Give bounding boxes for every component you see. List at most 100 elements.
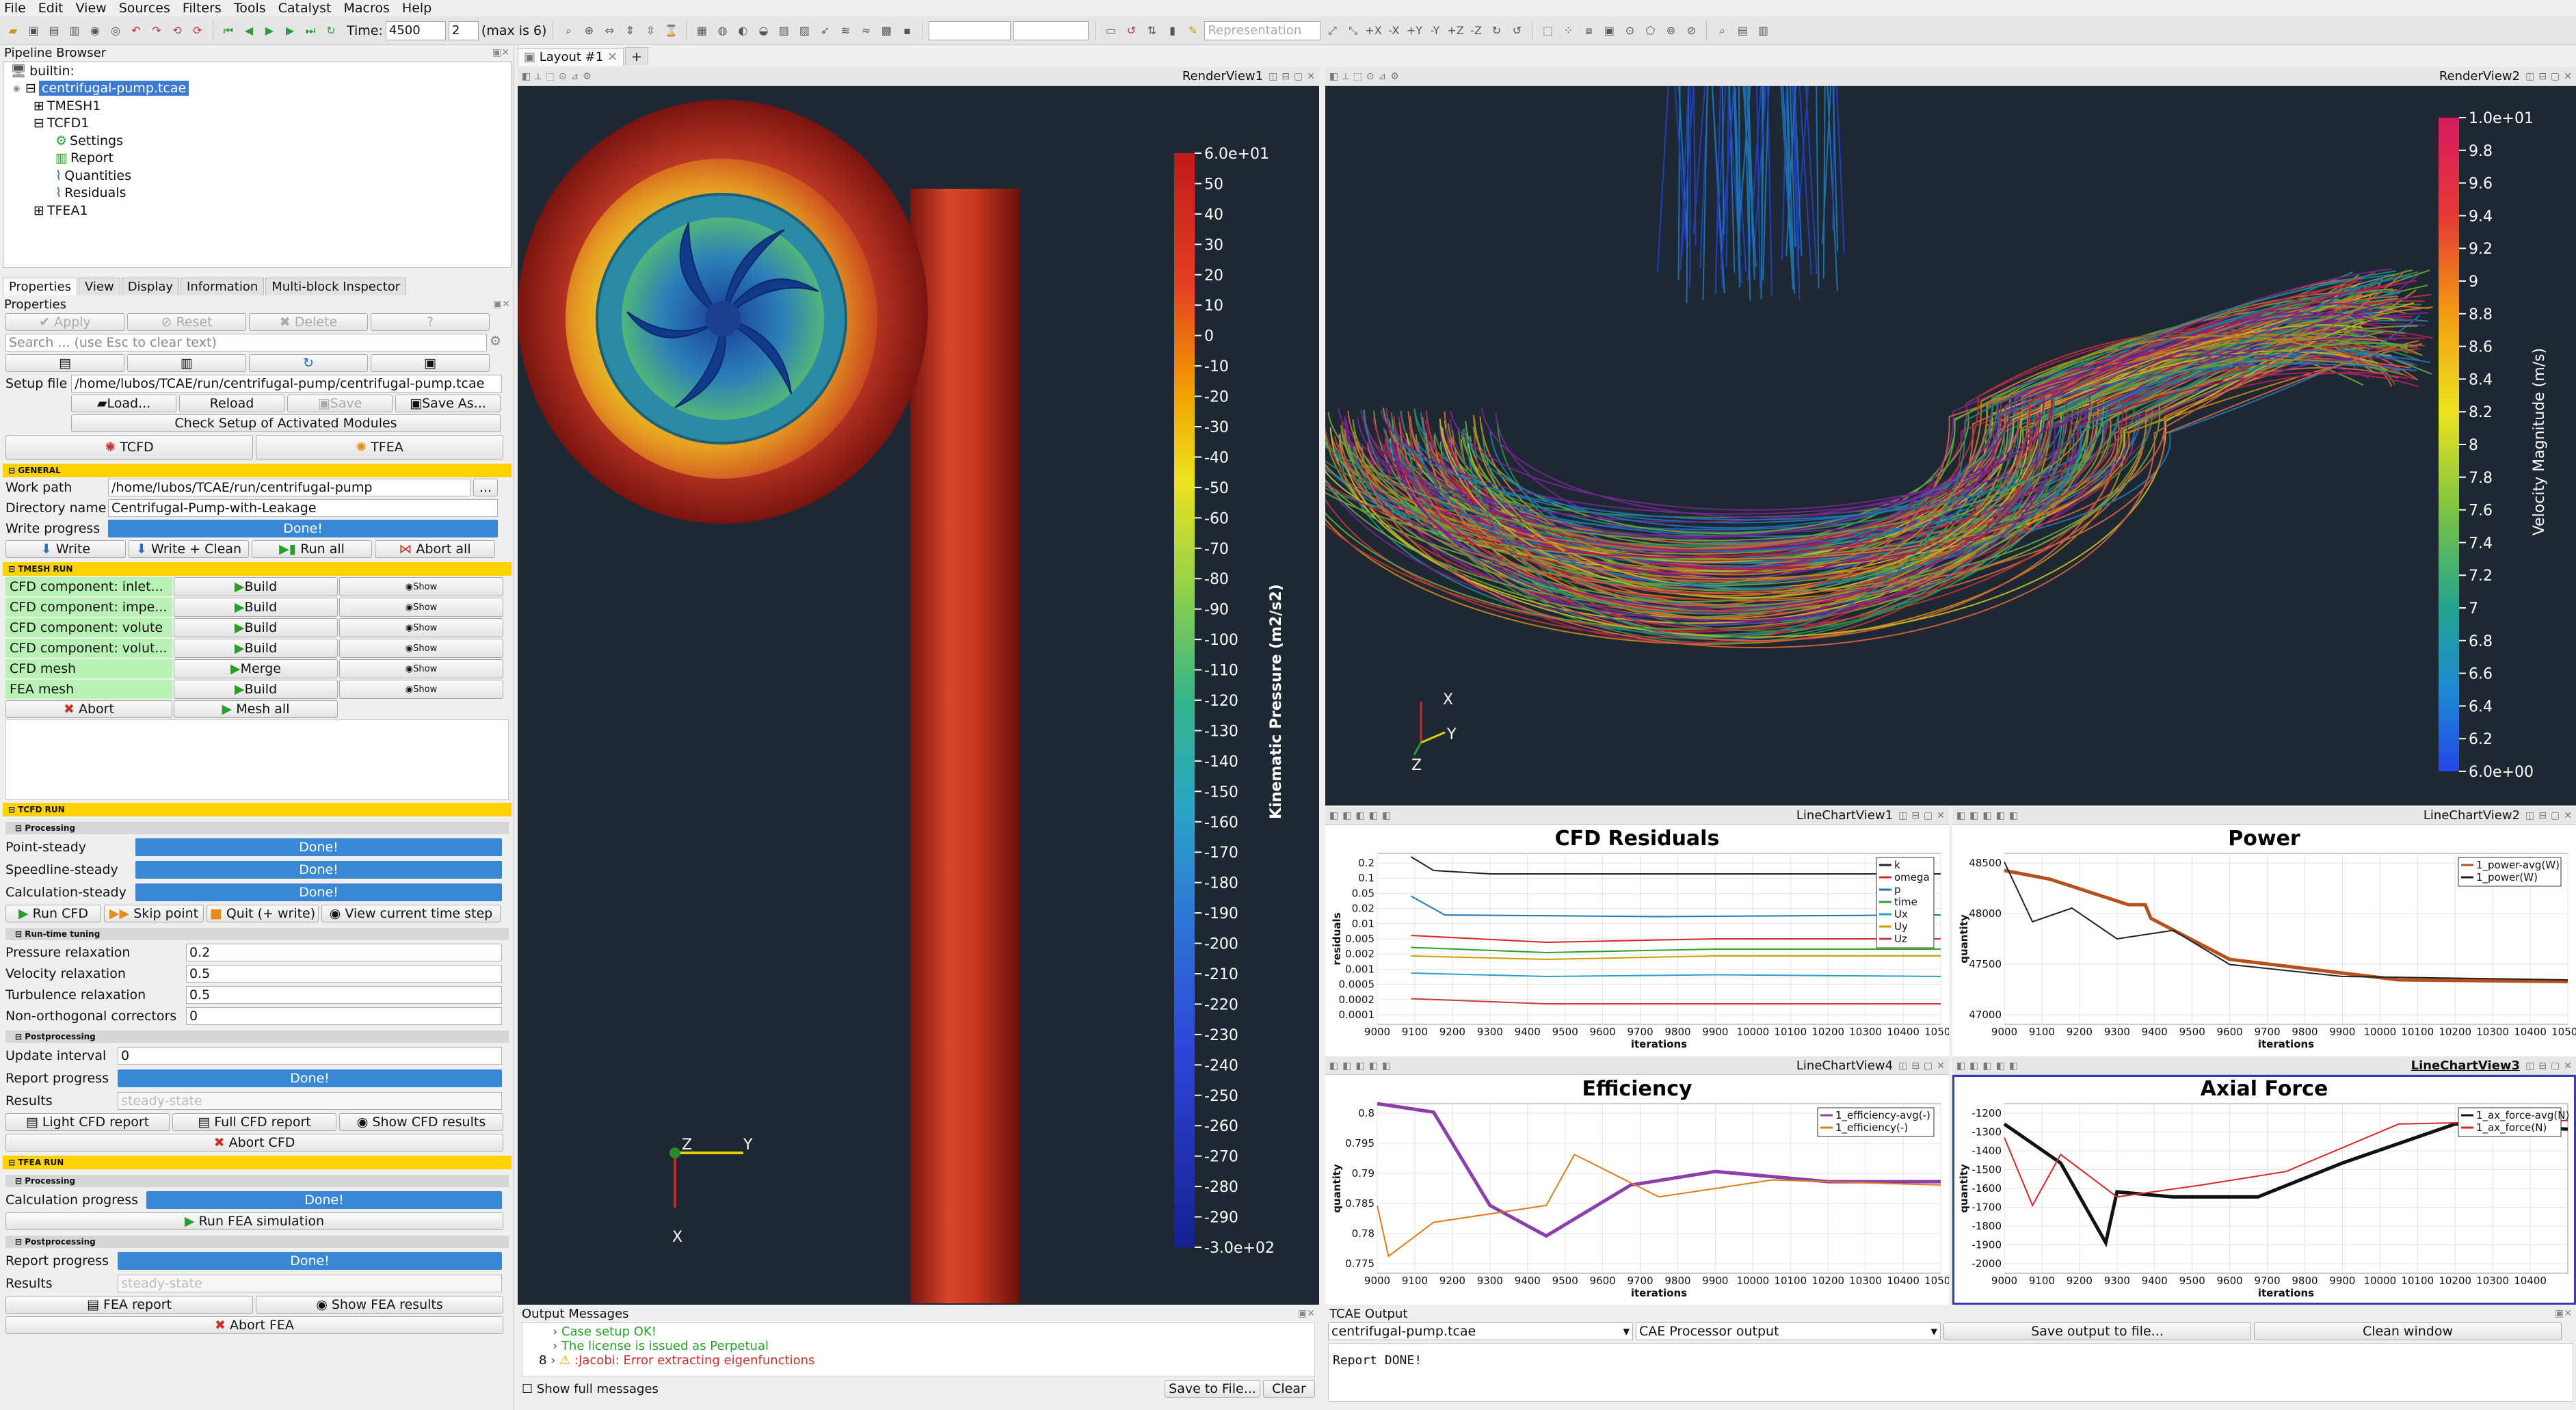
split-horizontal-icon[interactable]: ◫ bbox=[2525, 1061, 2534, 1072]
chart-canvas[interactable]: Axial Force 9000 9100 9200 9300 9400 9500 9600 9… bbox=[1952, 1075, 2576, 1305]
time-index-spinbox[interactable]: 2 bbox=[448, 21, 479, 40]
menu-help[interactable]: Help bbox=[402, 1, 431, 16]
tree-item-tmesh[interactable]: ⊞ TMESH1 bbox=[3, 97, 511, 115]
split-horizontal-icon[interactable]: ◫ bbox=[2525, 71, 2534, 82]
spreadsheet-icon[interactable]: ▤ bbox=[1734, 22, 1751, 40]
gear-icon[interactable]: ◧ bbox=[1382, 1061, 1391, 1072]
mesh-show-button[interactable]: ◉ Show bbox=[339, 577, 503, 596]
previous-frame-icon[interactable]: ◀ bbox=[240, 22, 258, 40]
mesh-action-button[interactable]: ▶ Merge bbox=[174, 659, 338, 678]
case-select[interactable]: centrifugal-pump.tcae ▾ bbox=[1328, 1322, 1633, 1340]
tree-item-builtin[interactable]: 🖥 builtin: bbox=[3, 62, 511, 80]
split-vertical-icon[interactable]: ⊟ bbox=[2538, 1061, 2547, 1072]
color-by-combo[interactable] bbox=[929, 21, 1011, 40]
redo-icon[interactable]: ↷ bbox=[148, 22, 165, 40]
connect-icon[interactable]: ◉ bbox=[86, 22, 104, 40]
mesh-all-button[interactable]: ▶ Mesh all bbox=[174, 700, 338, 718]
reload-button[interactable]: Reload bbox=[179, 395, 284, 412]
linechart-pane[interactable]: ◧ ◧ ◧ ◧ ◧ LineChartView2 ◫ ⊟ ▢ ✕ Power 9000 9100 9200… bbox=[1952, 807, 2576, 1056]
calculator-icon[interactable]: ▦ bbox=[693, 22, 711, 40]
camera-undo-icon[interactable]: ⟲ bbox=[168, 22, 186, 40]
maximize-icon[interactable]: ▢ bbox=[1924, 810, 1933, 821]
check-setup-button[interactable]: Check Setup of Activated Modules bbox=[71, 414, 501, 432]
pan-icon[interactable]: ◧ bbox=[1982, 810, 1991, 821]
tcfd-processing-header[interactable]: ⊟ Processing bbox=[5, 822, 509, 834]
zoom-to-data-icon[interactable]: ⤡ bbox=[1344, 22, 1362, 40]
clear-button[interactable]: Clear bbox=[1263, 1380, 1315, 1398]
tab-multiblock-inspector[interactable]: Multi-block Inspector bbox=[265, 278, 407, 295]
edit-colormap-icon[interactable]: ▭ bbox=[1102, 22, 1119, 40]
tree-item-tfea[interactable]: ⊞ TFEA1 bbox=[3, 202, 511, 220]
gear-icon[interactable]: ⚙ bbox=[583, 71, 592, 82]
run-fea-button[interactable]: ▶ Run FEA simulation bbox=[5, 1212, 503, 1230]
tfea-section-header[interactable]: ⊟ TFEA RUN bbox=[3, 1156, 512, 1169]
tab-display[interactable]: Display bbox=[121, 278, 180, 295]
clean-window-button[interactable]: Clean window bbox=[2254, 1322, 2562, 1340]
show-fea-results-button[interactable]: ◉ Show FEA results bbox=[256, 1296, 503, 1314]
scalar-bar-icon[interactable]: ▮ bbox=[1163, 22, 1181, 40]
maximize-icon[interactable]: ▢ bbox=[1924, 1061, 1933, 1072]
hover-points-icon[interactable]: ⊚ bbox=[1662, 22, 1679, 40]
expand-icon[interactable]: ⊞ bbox=[34, 98, 44, 114]
browse-button[interactable]: ... bbox=[473, 479, 498, 496]
menu-view[interactable]: View bbox=[76, 1, 107, 16]
warp-icon[interactable]: ≈ bbox=[857, 22, 875, 40]
last-frame-icon[interactable]: ⏭ bbox=[302, 22, 319, 40]
split-horizontal-icon[interactable]: ◫ bbox=[1898, 810, 1907, 821]
camera-redo-icon[interactable]: ⟳ bbox=[189, 22, 207, 40]
menu-file[interactable]: File bbox=[4, 1, 26, 16]
extract-level-icon[interactable]: ▪ bbox=[898, 22, 916, 40]
threshold-icon[interactable]: ▧ bbox=[775, 22, 793, 40]
next-frame-icon[interactable]: ▶ bbox=[281, 22, 299, 40]
first-frame-icon[interactable]: ⏮ bbox=[220, 22, 237, 40]
reset-range-icon[interactable]: ⇔ bbox=[600, 22, 618, 40]
run-cfd-button[interactable]: ▶ Run CFD bbox=[5, 905, 101, 922]
linechart-pane[interactable]: ◧ ◧ ◧ ◧ ◧ LineChartView4 ◫ ⊟ ▢ ✕ Efficiency 9000 910… bbox=[1325, 1057, 1957, 1305]
menu-catalyst[interactable]: Catalyst bbox=[278, 1, 332, 16]
copy-button[interactable]: ▤ bbox=[5, 354, 124, 372]
extract-subset-icon[interactable]: ▨ bbox=[795, 22, 813, 40]
tcfd-module-button[interactable]: ✺ TCFD bbox=[5, 435, 253, 460]
camera-icon[interactable]: ◧ bbox=[522, 71, 531, 82]
write-button[interactable]: ⬇ Write bbox=[5, 540, 126, 558]
glyph-icon[interactable]: ➶ bbox=[816, 22, 834, 40]
output-source-select[interactable]: CAE Processor output ▾ bbox=[1636, 1322, 1941, 1340]
setup-file-field[interactable]: /home/lubos/TCAE/run/centrifugal-pump/ce… bbox=[71, 375, 503, 393]
tree-item-residuals[interactable]: ⌇ Residuals bbox=[3, 185, 511, 202]
select-frustum-icon[interactable]: ⧈ bbox=[1580, 22, 1597, 40]
undo-icon[interactable]: ↶ bbox=[127, 22, 145, 40]
mesh-show-button[interactable]: ◉ Show bbox=[339, 598, 503, 617]
view-plus-x-icon[interactable]: +X bbox=[1364, 22, 1382, 40]
save-output-button[interactable]: Save output to file... bbox=[1943, 1322, 2251, 1340]
close-icon[interactable]: ✕ bbox=[607, 50, 618, 64]
mesh-action-button[interactable]: ▶ Build bbox=[174, 598, 338, 617]
mesh-action-button[interactable]: ▶ Build bbox=[174, 639, 338, 658]
list-item[interactable]: › The license is issued as Perpetual bbox=[525, 1339, 1312, 1353]
split-vertical-icon[interactable]: ⊟ bbox=[2538, 71, 2547, 82]
slice-icon[interactable]: ◒ bbox=[754, 22, 772, 40]
gear-icon[interactable]: ⚙ bbox=[490, 334, 501, 351]
view-plus-z-icon[interactable]: +Z bbox=[1446, 22, 1464, 40]
time-input[interactable]: 4500 bbox=[385, 21, 446, 40]
tfea-processing-header[interactable]: ⊟ Processing bbox=[5, 1175, 509, 1187]
reset-button[interactable]: ⊘ Reset bbox=[127, 313, 246, 331]
zoom-icon[interactable]: ⌕ bbox=[559, 22, 577, 40]
tfea-module-button[interactable]: ✺ TFEA bbox=[256, 435, 503, 460]
disconnect-icon[interactable]: ◎ bbox=[107, 22, 124, 40]
full-cfd-report-button[interactable]: ▤ Full CFD report bbox=[172, 1113, 336, 1131]
run-all-button[interactable]: ▶▮ Run all bbox=[252, 540, 372, 558]
mesh-show-button[interactable]: ◉ Show bbox=[339, 659, 503, 678]
tmesh-section-header[interactable]: ⊟ TMESH RUN bbox=[3, 562, 512, 576]
save-as-button[interactable]: ▣ Save As... bbox=[395, 395, 501, 412]
paste-button[interactable]: ▥ bbox=[127, 354, 246, 372]
renderview1-canvas[interactable]: 6.0e+01 50 40 30 20 10 0 -10 -20 -30 -40 -50 -60 -70 -… bbox=[518, 86, 1319, 1305]
quit-write-button[interactable]: ■ Quit (+ write) bbox=[207, 905, 319, 922]
tree-item-quantities[interactable]: ⌇ Quantities bbox=[3, 167, 511, 185]
split-vertical-icon[interactable]: ⊟ bbox=[1911, 810, 1920, 821]
menu-edit[interactable]: Edit bbox=[38, 1, 64, 16]
maximize-icon[interactable]: ▢ bbox=[2551, 1061, 2560, 1072]
mesh-action-button[interactable]: ▶ Build bbox=[174, 577, 338, 596]
polygon-select-icon[interactable]: ⬠ bbox=[1641, 22, 1659, 40]
zoom-closest-icon[interactable]: ⊕ bbox=[580, 22, 598, 40]
rotate-cw-icon[interactable]: ↻ bbox=[1487, 22, 1505, 40]
